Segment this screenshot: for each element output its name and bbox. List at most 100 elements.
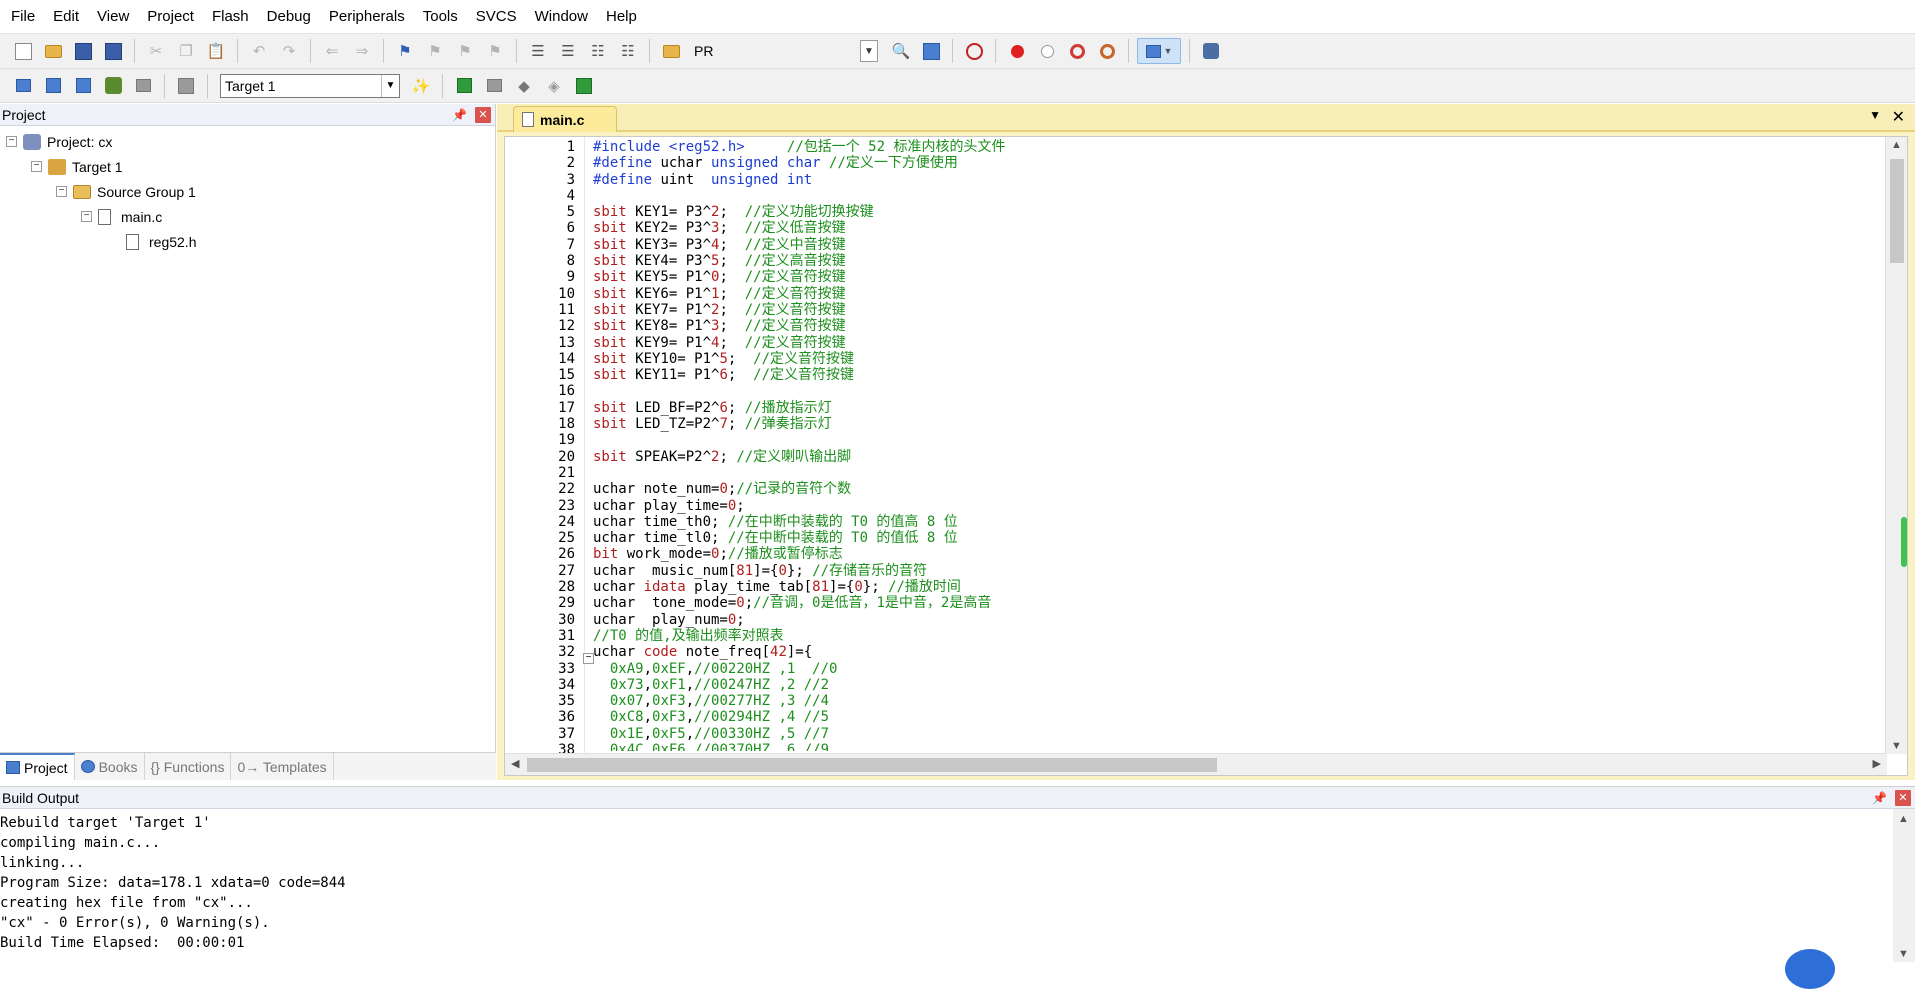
menu-tools[interactable]: Tools xyxy=(414,0,467,34)
code-line[interactable] xyxy=(593,383,1823,399)
tab-books[interactable]: Books xyxy=(75,753,145,780)
target-select[interactable]: Target 1 ▼ xyxy=(220,73,400,98)
pack-installer-button[interactable] xyxy=(571,73,597,99)
collapse-icon[interactable]: − xyxy=(56,186,67,197)
insert-breakpoint-button[interactable] xyxy=(1004,38,1030,64)
previous-bookmark-button[interactable]: ⚑ xyxy=(422,38,448,64)
tab-templates[interactable]: 0→ Templates xyxy=(231,753,334,780)
scroll-up-icon[interactable]: ▲ xyxy=(1898,813,1909,825)
paste-button[interactable]: 📋 xyxy=(203,38,229,64)
copy-button[interactable]: ❐ xyxy=(173,38,199,64)
code-line[interactable] xyxy=(593,188,1823,204)
save-all-button[interactable] xyxy=(100,38,126,64)
code-line[interactable]: sbit KEY9= P1^4; //定义音符按键 xyxy=(593,335,1823,351)
select-packs-button[interactable]: ◈ xyxy=(541,73,567,99)
window-layout-button[interactable]: ▼ xyxy=(1137,38,1181,64)
code-line[interactable]: 0xA9,0xEF,//00220HZ ,1 //0 xyxy=(593,661,1823,677)
collapse-icon[interactable]: − xyxy=(81,211,92,222)
comment-button[interactable]: ☷ xyxy=(585,38,611,64)
next-bookmark-button[interactable]: ⚑ xyxy=(452,38,478,64)
menu-debug[interactable]: Debug xyxy=(258,0,320,34)
code-line[interactable]: uchar idata play_time_tab[81]={0}; //播放时… xyxy=(593,579,1823,595)
code-line[interactable]: sbit LED_BF=P2^6; //播放指示灯 xyxy=(593,400,1823,416)
save-button[interactable] xyxy=(70,38,96,64)
tab-functions[interactable]: {} Functions xyxy=(145,753,232,780)
menu-edit[interactable]: Edit xyxy=(44,0,88,34)
tree-item-source-group[interactable]: − Source Group 1 xyxy=(0,179,495,204)
code-line[interactable]: #include <reg52.h> //包括一个 52 标准内核的头文件 xyxy=(593,139,1823,155)
code-line[interactable]: uchar time_th0; //在中断中装载的 T0 的值高 8 位 xyxy=(593,514,1823,530)
scroll-up-icon[interactable]: ▲ xyxy=(1891,139,1902,151)
collapse-icon[interactable]: − xyxy=(31,161,42,172)
file-extensions-button[interactable] xyxy=(451,73,477,99)
code-line[interactable]: uchar time_tl0; //在中断中装载的 T0 的值低 8 位 xyxy=(593,530,1823,546)
code-line[interactable]: uchar play_num=0; xyxy=(593,612,1823,628)
redo-button[interactable]: ↷ xyxy=(276,38,302,64)
enable-breakpoint-button[interactable] xyxy=(1034,38,1060,64)
pin-icon[interactable]: 📌 xyxy=(1872,791,1887,805)
code-line[interactable]: sbit KEY10= P1^5; //定义音符按键 xyxy=(593,351,1823,367)
tab-project[interactable]: Project xyxy=(0,753,75,780)
scroll-down-icon[interactable]: ▼ xyxy=(1891,740,1902,752)
new-file-button[interactable] xyxy=(10,38,36,64)
configure-button[interactable] xyxy=(1198,38,1224,64)
menu-window[interactable]: Window xyxy=(526,0,597,34)
code-editor[interactable]: 1 2 3 4 5 6 7 8 9 10 11 12 13 14 15 16 17 18 19 20 21 22 23 24 2… xyxy=(504,136,1908,776)
tree-item-project[interactable]: − Project: cx xyxy=(0,129,495,154)
find-in-files-button[interactable] xyxy=(658,38,684,64)
unindent-button[interactable]: ☰ xyxy=(555,38,581,64)
vertical-scrollbar[interactable]: ▲ ▼ xyxy=(1893,809,1915,962)
code-line[interactable]: sbit LED_TZ=P2^7; //弹奏指示灯 xyxy=(593,416,1823,432)
menu-svcs[interactable]: SVCS xyxy=(467,0,526,34)
uncomment-button[interactable]: ☷ xyxy=(615,38,641,64)
close-icon[interactable]: ✕ xyxy=(475,106,491,123)
download-button[interactable] xyxy=(173,73,199,99)
code-line[interactable]: 0x73,0xF1,//00247HZ ,2 //2 xyxy=(593,677,1823,693)
code-line[interactable]: #define uint unsigned int xyxy=(593,172,1823,188)
code-line[interactable]: uchar code note_freq[42]={ xyxy=(593,644,1823,660)
close-icon[interactable]: ✕ xyxy=(1895,789,1911,806)
scroll-right-icon[interactable]: ▶ xyxy=(1873,757,1881,770)
pin-icon[interactable]: 📌 xyxy=(452,108,467,122)
code-line[interactable]: uchar note_num=0;//记录的音符个数 xyxy=(593,481,1823,497)
scroll-down-icon[interactable]: ▼ xyxy=(1898,948,1909,960)
rebuild-button[interactable] xyxy=(70,73,96,99)
code-line[interactable]: sbit KEY8= P1^3; //定义音符按键 xyxy=(593,318,1823,334)
menu-help[interactable]: Help xyxy=(597,0,646,34)
tree-item-target[interactable]: − Target 1 xyxy=(0,154,495,179)
code-line[interactable]: sbit KEY11= P1^6; //定义音符按键 xyxy=(593,367,1823,383)
code-line[interactable]: 0x1E,0xF5,//00330HZ ,5 //7 xyxy=(593,726,1823,742)
code-line[interactable]: sbit SPEAK=P2^2; //定义喇叭输出脚 xyxy=(593,449,1823,465)
find-combobox[interactable]: PR ▼ xyxy=(692,39,882,63)
code-line[interactable]: uchar tone_mode=0;//音调，0是低音，1是中音，2是高音 xyxy=(593,595,1823,611)
scroll-left-icon[interactable]: ◀ xyxy=(511,757,519,770)
code-line[interactable]: sbit KEY2= P3^3; //定义低音按键 xyxy=(593,220,1823,236)
scrollbar-thumb[interactable] xyxy=(527,758,1217,772)
navigate-forward-button[interactable]: ⇒ xyxy=(349,38,375,64)
menu-peripherals[interactable]: Peripherals xyxy=(320,0,414,34)
open-file-button[interactable] xyxy=(40,38,66,64)
code-line[interactable]: 0x4C,0xF6,//00370HZ ,6 //9 xyxy=(593,742,1823,751)
translate-button[interactable] xyxy=(10,73,36,99)
code-text[interactable]: #include <reg52.h> //包括一个 52 标准内核的头文件 #de… xyxy=(593,139,1823,751)
code-line[interactable]: uchar music_num[81]={0}; //存储音乐的音符 xyxy=(593,563,1823,579)
insert-bookmark-button[interactable]: ⚑ xyxy=(392,38,418,64)
scrollbar-thumb[interactable] xyxy=(1890,159,1904,263)
batch-build-button[interactable] xyxy=(100,73,126,99)
incremental-find-button[interactable] xyxy=(918,38,944,64)
code-line[interactable]: bit work_mode=0;//播放或暂停标志 xyxy=(593,546,1823,562)
stop-build-button[interactable] xyxy=(130,73,156,99)
menu-view[interactable]: View xyxy=(88,0,138,34)
code-line[interactable]: uchar play_time=0; xyxy=(593,498,1823,514)
close-icon[interactable]: ✕ xyxy=(1892,107,1905,127)
floating-assistant-icon[interactable] xyxy=(1785,949,1835,989)
tree-item-main-c[interactable]: − main.c xyxy=(0,204,495,229)
code-line[interactable]: sbit KEY1= P3^2; //定义功能切换按键 xyxy=(593,204,1823,220)
build-button[interactable] xyxy=(40,73,66,99)
indent-button[interactable]: ☰ xyxy=(525,38,551,64)
vertical-scrollbar[interactable]: ▲ ▼ xyxy=(1885,137,1907,754)
collapse-icon[interactable]: − xyxy=(6,136,17,147)
undo-button[interactable]: ↶ xyxy=(246,38,272,64)
menu-file[interactable]: File xyxy=(2,0,44,34)
navigate-back-button[interactable]: ⇐ xyxy=(319,38,345,64)
